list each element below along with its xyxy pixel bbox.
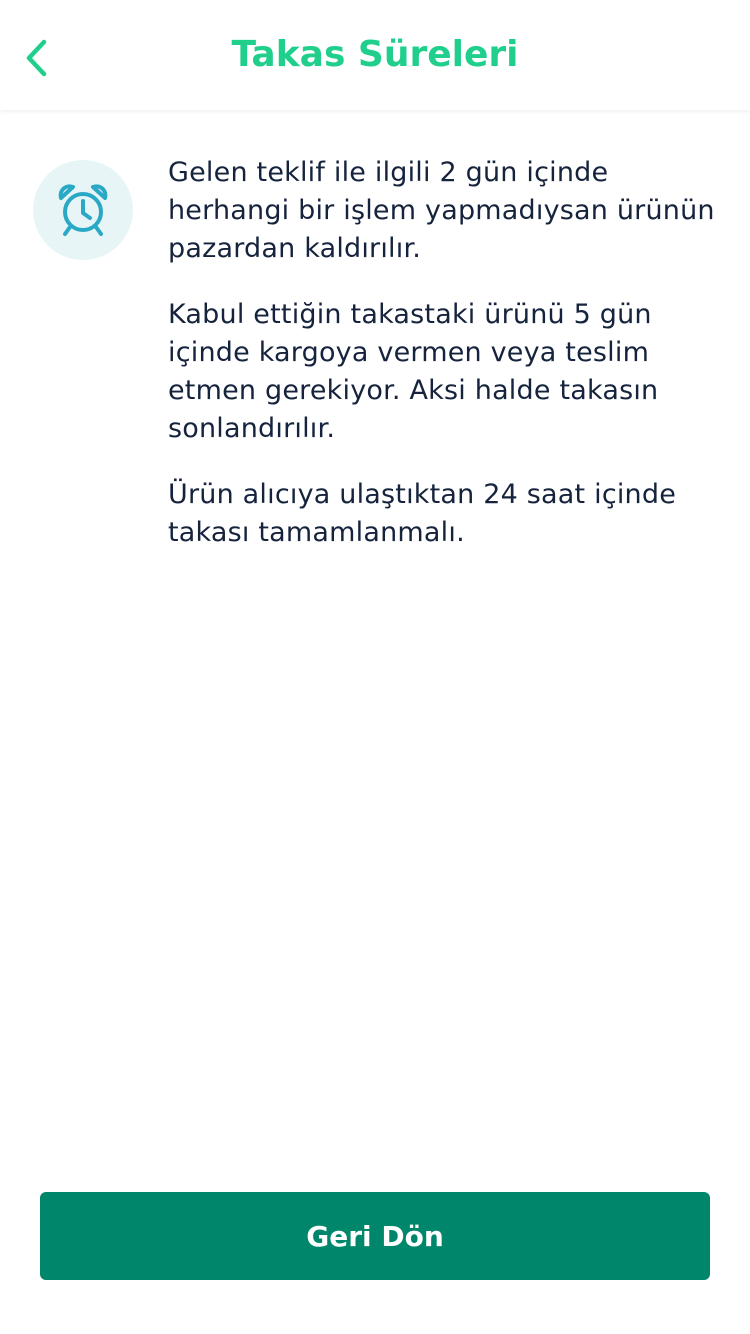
page-title: Takas Süreleri xyxy=(231,34,519,75)
geri-don-button[interactable]: Geri Dön xyxy=(40,1192,710,1280)
info-text-block: Gelen teklif ile ilgili 2 gün içinde her… xyxy=(168,154,718,580)
info-paragraph-1: Gelen teklif ile ilgili 2 gün içinde her… xyxy=(168,157,715,264)
alarm-icon-badge xyxy=(33,160,133,260)
screen: Takas Süreleri Gelen teklif ile ilgili 2… xyxy=(0,0,750,1334)
info-paragraph-3: Ürün alıcıya ulaştıktan 24 saat içinde t… xyxy=(168,479,677,548)
info-paragraph-2: Kabul ettiğin takastaki ürünü 5 gün için… xyxy=(168,299,659,444)
alarm-clock-icon xyxy=(58,184,108,236)
header: Takas Süreleri xyxy=(0,0,750,110)
